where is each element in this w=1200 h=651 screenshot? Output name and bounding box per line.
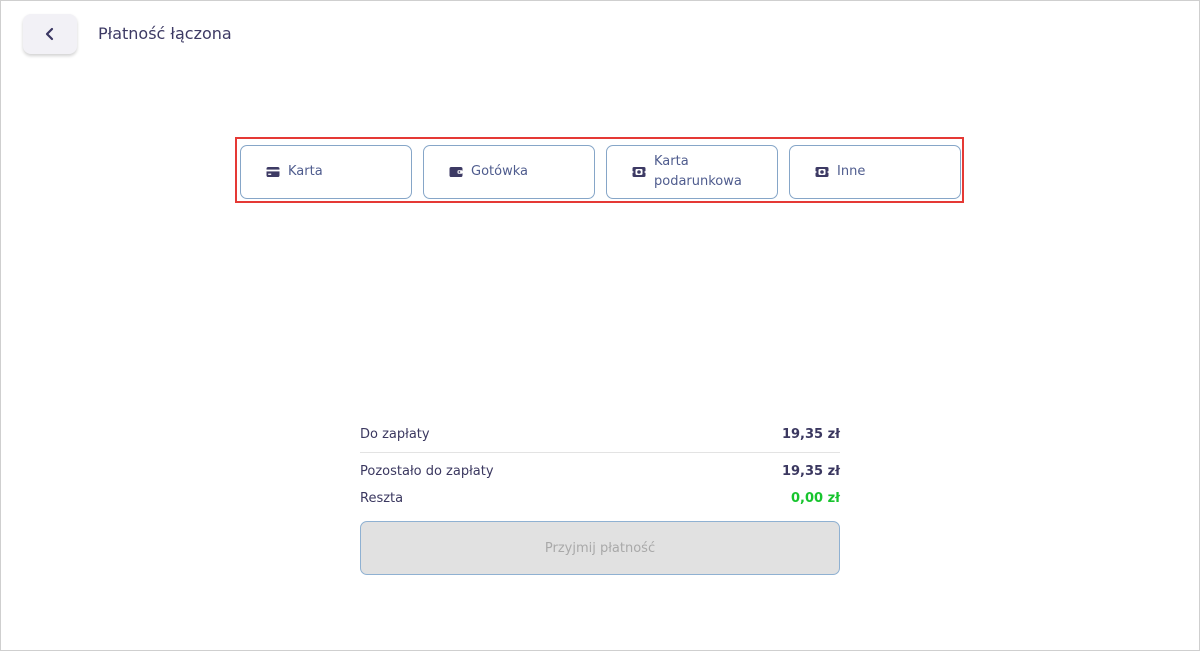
payment-method-label: Gotówka — [471, 164, 528, 179]
payment-summary: Do zapłaty 19,35 zł Pozostało do zapłaty… — [360, 422, 840, 510]
page-title: Płatność łączona — [98, 24, 232, 43]
gift-card-icon — [631, 164, 647, 180]
payment-method-label: Karta — [288, 164, 323, 179]
back-button[interactable] — [23, 14, 77, 54]
chevron-left-icon — [45, 27, 54, 41]
remaining-label: Pozostało do zapłaty — [360, 463, 494, 479]
payment-method-gift-card-button[interactable]: Karta podarunkowa — [606, 145, 778, 199]
payment-method-other-button[interactable]: Inne — [789, 145, 961, 199]
to-pay-value: 19,35 zł — [781, 426, 840, 442]
change-label: Reszta — [360, 490, 404, 506]
app-window: Płatność łączona Karta Gotówka Karta pod… — [0, 0, 1200, 651]
payment-method-cash-button[interactable]: Gotówka — [423, 145, 595, 199]
to-pay-label: Do zapłaty — [360, 426, 430, 442]
change-row: Reszta 0,00 zł — [360, 486, 840, 510]
other-payment-icon — [814, 164, 830, 180]
payment-method-label: Karta podarunkowa — [654, 154, 742, 189]
credit-card-icon — [265, 164, 281, 180]
payment-methods-group: Karta Gotówka Karta podarunkowa Inne — [235, 137, 964, 203]
to-pay-row: Do zapłaty 19,35 zł — [360, 422, 840, 446]
accept-payment-button[interactable]: Przyjmij płatność — [360, 521, 840, 575]
payment-method-label: Inne — [837, 164, 866, 179]
summary-divider — [360, 452, 840, 453]
change-value: 0,00 zł — [791, 490, 840, 506]
wallet-icon — [448, 164, 464, 180]
remaining-value: 19,35 zł — [781, 463, 840, 479]
payment-method-card-button[interactable]: Karta — [240, 145, 412, 199]
remaining-row: Pozostało do zapłaty 19,35 zł — [360, 459, 840, 483]
